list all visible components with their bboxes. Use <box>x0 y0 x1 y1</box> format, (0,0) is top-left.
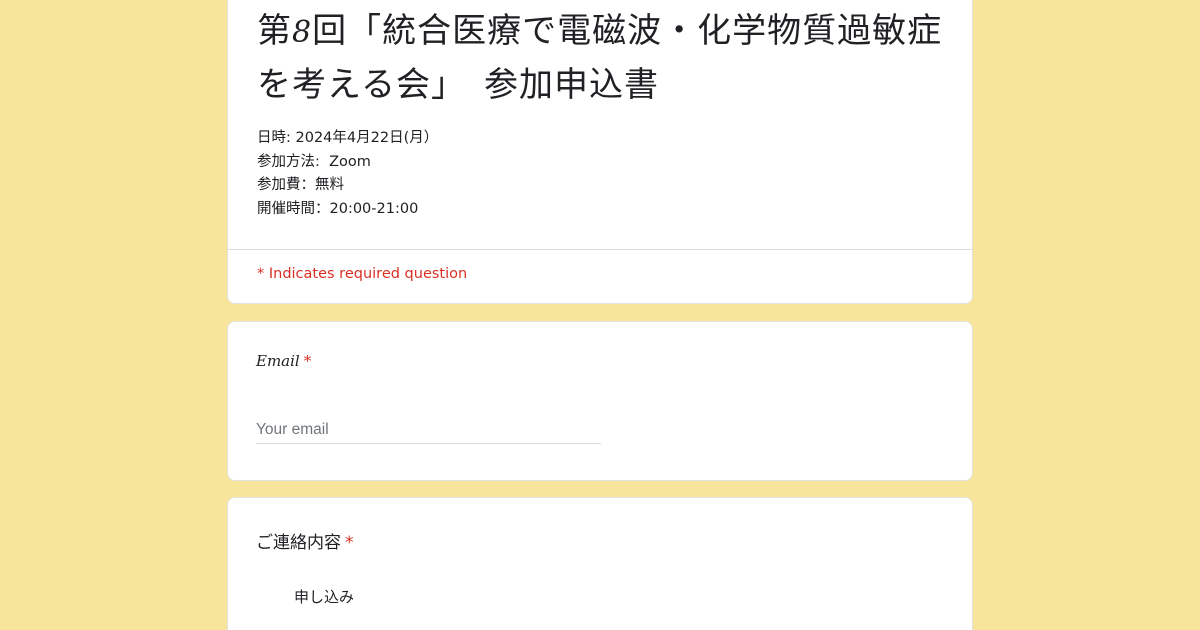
required-star: * <box>345 533 354 553</box>
contact-question-card: ご連絡内容 * 申し込み <box>227 497 973 630</box>
form-page: 第8回「統合医療で電磁波・化学物質過敏症を考える会」 参加申込書 日時: 202… <box>0 0 1200 630</box>
info-date: 日時: 2024年4月22日(月） <box>257 130 439 146</box>
email-question-label: Email * <box>256 352 311 370</box>
title-rest: 回「統合医療で電磁波・化学物質過敏症を考える会」 参加申込書 <box>257 11 943 105</box>
contact-option-apply[interactable]: 申し込み <box>256 584 354 608</box>
option-label: 申し込み <box>294 587 355 606</box>
required-note: * Indicates required question <box>257 266 468 282</box>
info-time: 開催時間：20:00-21:00 <box>257 200 419 217</box>
form-title: 第8回「統合医療で電磁波・化学物質過敏症を考える会」 参加申込書 <box>257 5 947 111</box>
contact-label-text: ご連絡内容 <box>256 533 341 553</box>
info-method: 参加方法: Zoom <box>257 153 371 170</box>
email-field[interactable] <box>256 417 601 444</box>
title-number: 8 <box>292 15 313 50</box>
form-header-card: 第8回「統合医療で電磁波・化学物質過敏症を考える会」 参加申込書 日時: 202… <box>227 0 973 304</box>
info-fee: 参加費：無料 <box>257 177 344 193</box>
header-divider <box>228 249 972 250</box>
title-prefix: 第 <box>257 11 292 51</box>
email-label-text: Email <box>256 352 300 370</box>
form-description: 日時: 2024年4月22日(月） 参加方法: Zoom 参加費：無料 開催時間… <box>257 127 438 221</box>
email-question-card: Email * <box>227 321 973 481</box>
contact-question-label: ご連絡内容 * <box>256 528 354 553</box>
required-star: * <box>303 352 312 370</box>
